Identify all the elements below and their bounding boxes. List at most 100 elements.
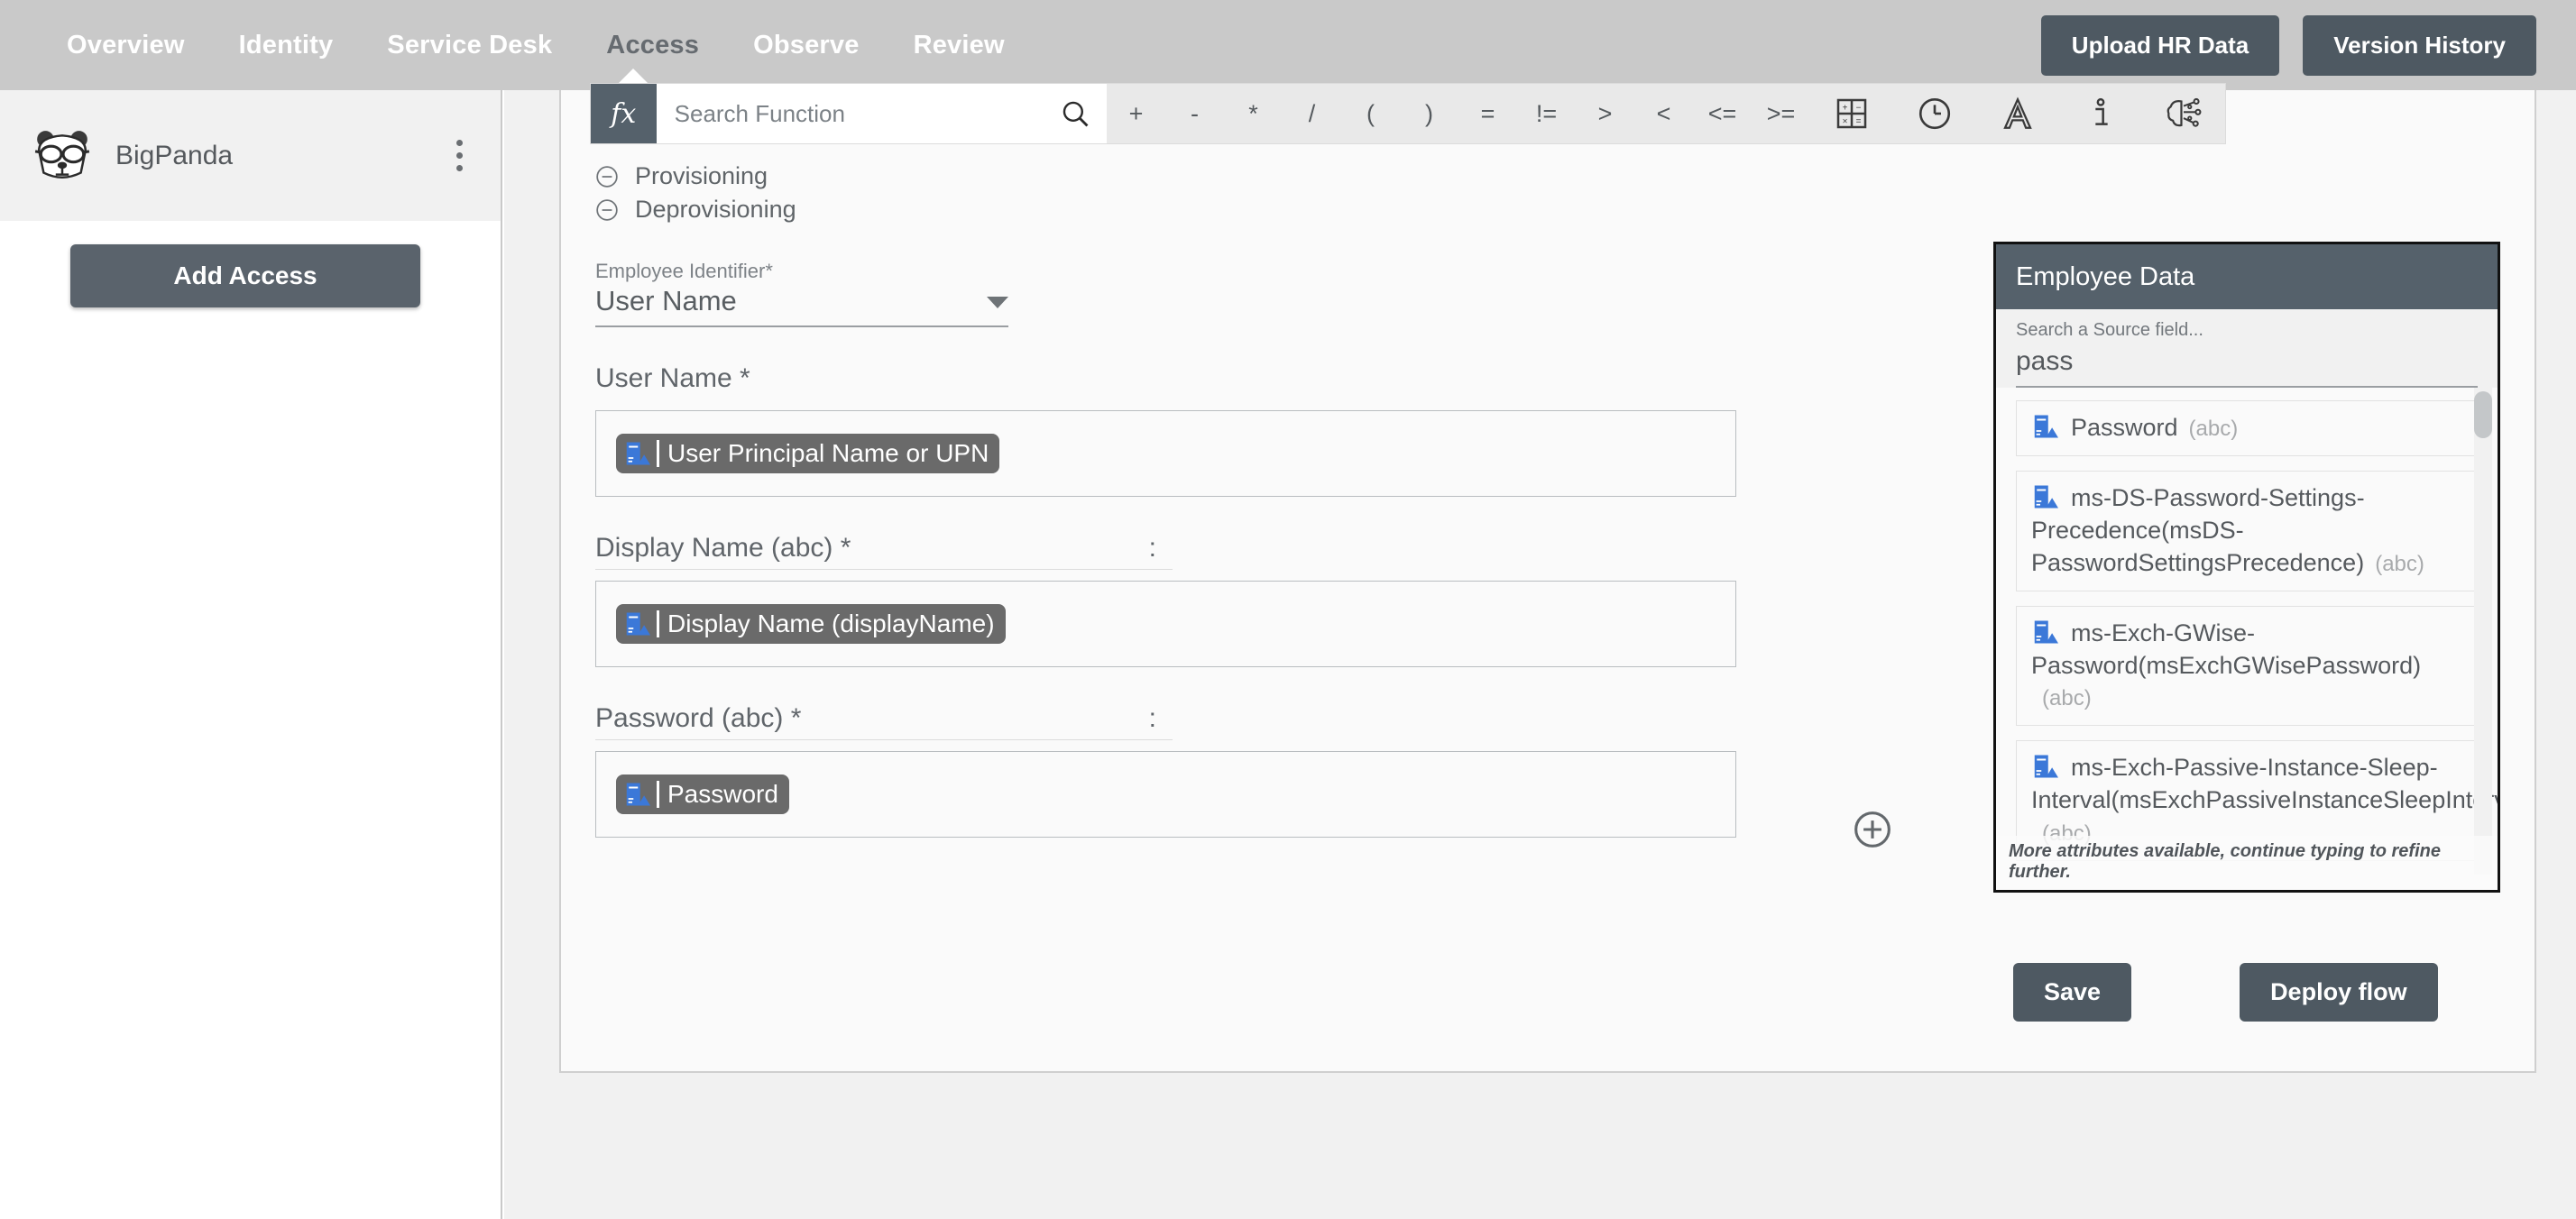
user-name-field: User Name * User Principal Name or UPN (595, 363, 1858, 497)
app-root: Overview Identity Service Desk Access Ob… (0, 0, 2576, 1219)
list-item[interactable]: ms-DS-Password-Settings-Precedence(msDS-… (2016, 470, 2478, 591)
token-label: Display Name (displayName) (667, 610, 995, 637)
user-name-label: User Name * (595, 363, 750, 393)
source-field-icon (2034, 620, 2058, 644)
list-item-type: (abc) (2042, 686, 2092, 711)
display-name-label: Display Name (abc) * (595, 533, 851, 563)
ai-brain-icon[interactable] (2142, 84, 2225, 143)
list-item-label: ms-Exch-GWise-Password(msExchGWisePasswo… (2031, 619, 2422, 679)
calculator-icon[interactable]: + − × = (1810, 84, 1893, 143)
user-name-label-row: User Name * (595, 363, 1173, 399)
list-item-label: ms-Exch-Passive-Instance-Sleep-Interval(… (2031, 754, 2498, 814)
employee-data-panel-title: Employee Data (1996, 244, 2498, 309)
info-icon[interactable] (2059, 84, 2142, 143)
user-name-token-box[interactable]: User Principal Name or UPN (595, 410, 1736, 497)
svg-text:=: = (1856, 117, 1862, 127)
op-not-equal[interactable]: != (1517, 84, 1576, 143)
flow-form: Provisioning Deprovisioning Employee Ide… (595, 162, 1858, 838)
op-less[interactable]: < (1634, 84, 1693, 143)
svg-text:−: − (1856, 104, 1862, 114)
op-paren-close[interactable]: ) (1400, 84, 1458, 143)
token-label: Password (667, 780, 778, 808)
display-name-field: Display Name (abc) * : Display Name (dis… (595, 533, 1858, 667)
search-function-input[interactable] (674, 99, 1053, 128)
clock-icon[interactable] (1893, 84, 1976, 143)
add-access-button[interactable]: Add Access (70, 244, 420, 307)
employee-identifier-value: User Name (595, 285, 737, 316)
op-greater[interactable]: > (1576, 84, 1634, 143)
token-separator (657, 610, 659, 637)
plus-circle-icon[interactable] (1853, 810, 1892, 849)
nav-item-identity[interactable]: Identity (212, 31, 361, 60)
top-nav-items: Overview Identity Service Desk Access Ob… (0, 31, 1032, 60)
nav-item-observe[interactable]: Observe (726, 31, 886, 60)
employee-identifier-label: Employee Identifier* (595, 260, 773, 282)
nav-item-access[interactable]: Access (579, 31, 726, 60)
employee-data-panel: Employee Data Search a Source field... p… (1993, 242, 2500, 893)
section-provisioning-label: Provisioning (635, 162, 768, 189)
kebab-menu-icon[interactable] (450, 134, 468, 178)
function-search-box (656, 84, 1107, 143)
password-token-box[interactable]: Password (595, 751, 1736, 838)
formula-toolbar: fx + - * / ( ) = != > < <= >= (590, 83, 2226, 144)
list-item-label: Password (2071, 414, 2178, 441)
password-label-row: Password (abc) * : (595, 703, 1173, 740)
org-row[interactable]: BigPanda (0, 90, 501, 221)
source-field-icon (2034, 755, 2058, 778)
minus-circle-icon (596, 165, 618, 188)
token-label: User Principal Name or UPN (667, 439, 989, 467)
op-multiply[interactable]: * (1224, 84, 1283, 143)
nav-item-overview[interactable]: Overview (40, 31, 212, 60)
panda-logo-icon (34, 130, 90, 179)
op-divide[interactable]: / (1283, 84, 1341, 143)
results-footer-note: More attributes available, continue typi… (1996, 836, 2498, 890)
section-deprovisioning[interactable]: Deprovisioning (595, 196, 1858, 224)
password-label: Password (abc) * (595, 703, 802, 733)
op-paren-open[interactable]: ( (1341, 84, 1400, 143)
employee-identifier-select[interactable]: User Name (595, 285, 1008, 327)
left-sidebar: BigPanda Add Access (0, 90, 502, 1219)
op-less-equal[interactable]: <= (1693, 84, 1752, 143)
list-item-label: ms-DS-Password-Settings-Precedence(msDS-… (2031, 483, 2365, 576)
footer-actions: Save Deploy flow (2013, 963, 2500, 1022)
password-field: Password (abc) * : Password (595, 703, 1858, 838)
op-minus[interactable]: - (1165, 84, 1224, 143)
employee-identifier-field: Employee Identifier* User Name (595, 260, 1858, 327)
op-greater-equal[interactable]: >= (1752, 84, 1810, 143)
source-field-icon (626, 442, 650, 465)
chevron-down-icon (987, 297, 1008, 308)
upload-hr-data-button[interactable]: Upload HR Data (2040, 14, 2280, 76)
search-icon[interactable] (1060, 98, 1090, 129)
results-scrollbar-thumb[interactable] (2474, 391, 2492, 438)
svg-text:×: × (1843, 117, 1848, 127)
minus-circle-icon (596, 198, 618, 221)
source-field-search: Search a Source field... pass (1996, 309, 2498, 388)
results-scrollbar-track[interactable] (2474, 388, 2492, 875)
source-field-icon (626, 783, 650, 806)
list-item-type: (abc) (2188, 417, 2239, 441)
op-equal[interactable]: = (1458, 84, 1517, 143)
list-item[interactable]: Password (abc) (2016, 400, 2478, 456)
svg-text:+: + (1843, 104, 1848, 114)
source-field-search-placeholder: Search a Source field... (2016, 320, 2203, 340)
section-deprovisioning-label: Deprovisioning (635, 196, 796, 223)
top-navigation-bar: Overview Identity Service Desk Access Ob… (0, 0, 2576, 90)
display-name-token-box[interactable]: Display Name (displayName) (595, 581, 1736, 667)
token-user-principal-name[interactable]: User Principal Name or UPN (616, 434, 1000, 473)
token-separator (657, 440, 659, 467)
list-item[interactable]: ms-Exch-GWise-Password(msExchGWisePasswo… (2016, 605, 2478, 727)
nav-item-review[interactable]: Review (887, 31, 1032, 60)
deploy-flow-button[interactable]: Deploy flow (2240, 963, 2438, 1022)
operator-buttons: + - * / ( ) = != > < <= >= (1107, 84, 1810, 143)
top-nav-actions: Upload HR Data Version History (2040, 14, 2576, 76)
token-display-name[interactable]: Display Name (displayName) (616, 604, 1006, 644)
nav-item-service-desk[interactable]: Service Desk (360, 31, 579, 60)
section-provisioning[interactable]: Provisioning (595, 162, 1858, 190)
version-history-button[interactable]: Version History (2303, 14, 2536, 76)
token-password[interactable]: Password (616, 774, 789, 814)
op-plus[interactable]: + (1107, 84, 1165, 143)
fx-badge-icon[interactable]: fx (591, 84, 657, 143)
source-field-search-input[interactable]: pass (2016, 341, 2478, 388)
text-a-icon[interactable] (1976, 84, 2059, 143)
save-button[interactable]: Save (2013, 963, 2132, 1022)
